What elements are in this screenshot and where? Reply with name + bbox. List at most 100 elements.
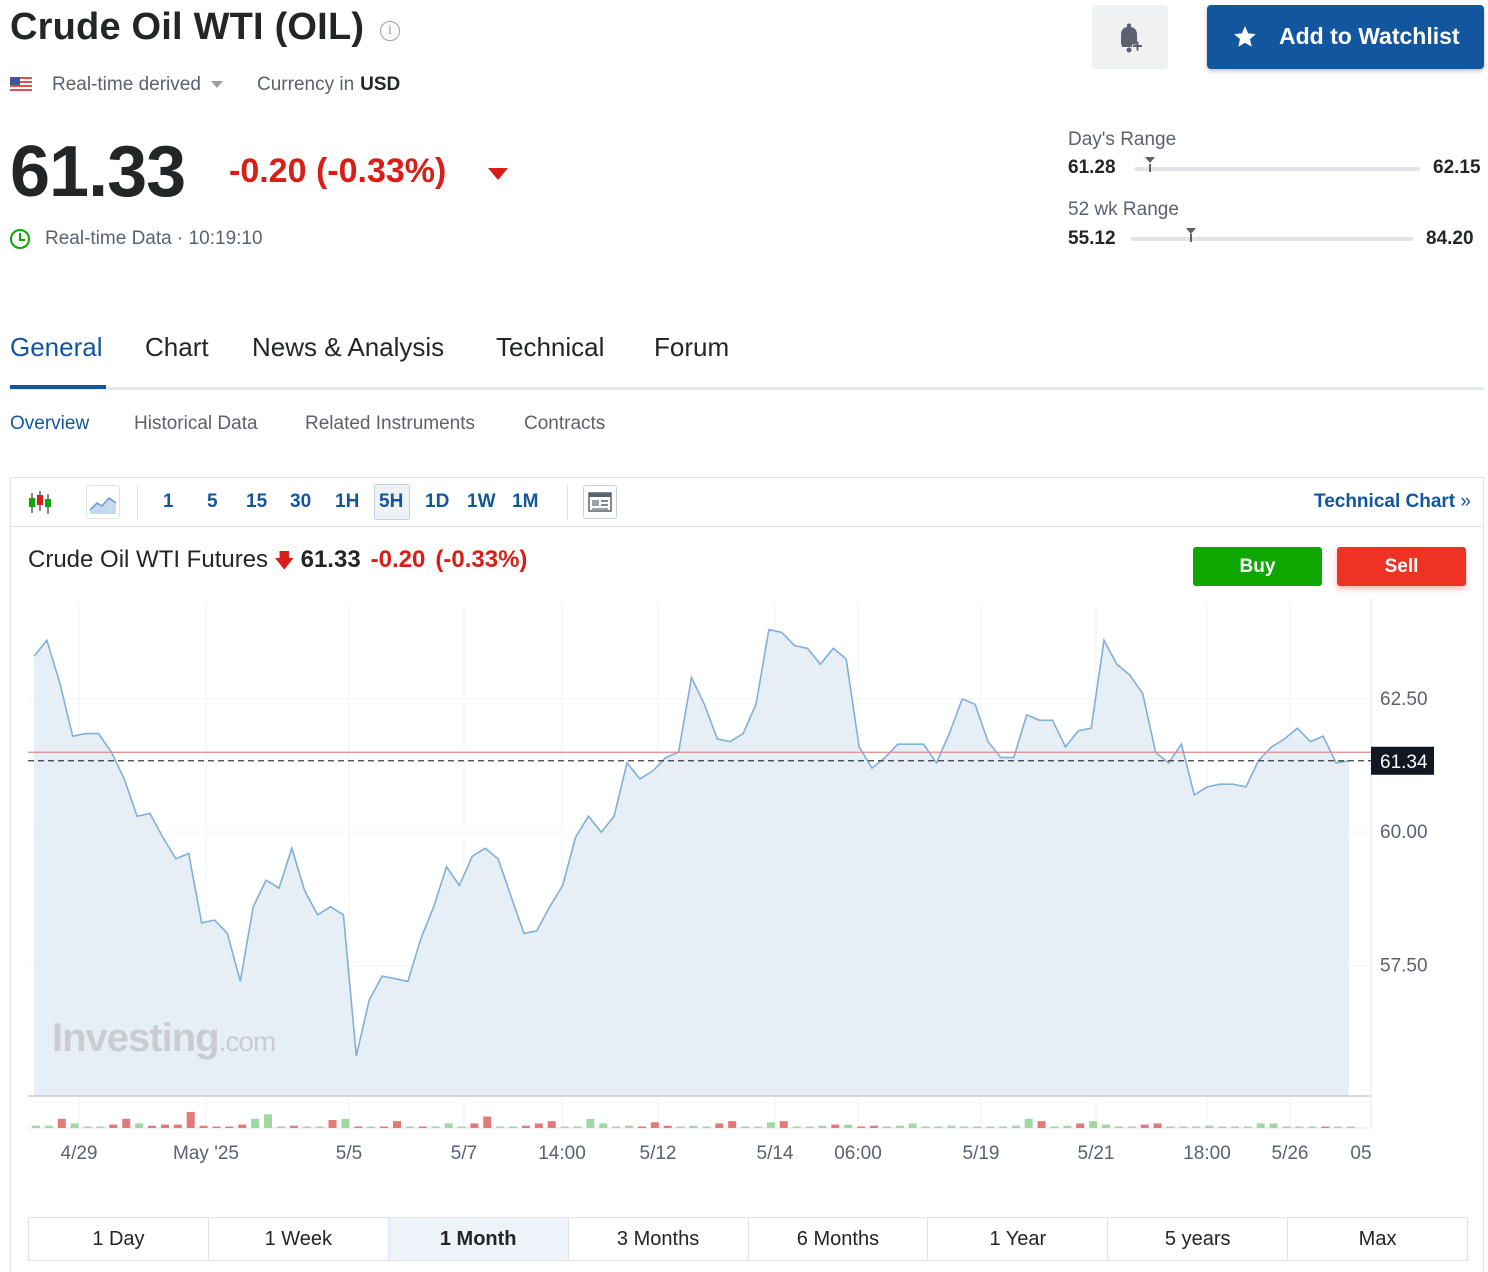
info-icon[interactable]: i xyxy=(380,21,400,41)
volume-bar xyxy=(238,1124,247,1128)
volume-bar xyxy=(1192,1126,1201,1128)
wk52-range-high: 84.20 xyxy=(1426,228,1474,249)
volume-bar xyxy=(1166,1126,1175,1128)
volume-bar xyxy=(1308,1126,1317,1128)
change-value: -0.20 xyxy=(229,152,307,190)
currency-info: Currency in USD xyxy=(257,74,400,96)
volume-bar xyxy=(1102,1124,1111,1128)
volume-bar xyxy=(599,1123,608,1128)
volume-bar xyxy=(663,1125,672,1128)
currency-code: USD xyxy=(360,74,401,95)
volume-bar xyxy=(483,1116,492,1128)
tab-technical[interactable]: Technical xyxy=(496,332,604,363)
add-to-watchlist-button[interactable]: Add to Watchlist xyxy=(1207,5,1484,69)
volume-bar xyxy=(650,1122,659,1128)
volume-bar xyxy=(289,1125,298,1128)
x-tick-label: 5/19 xyxy=(963,1143,1000,1164)
period-5-years[interactable]: 5 years xyxy=(1108,1218,1289,1260)
data-source-dropdown[interactable]: Real-time derived xyxy=(52,74,223,96)
x-tick-label: 05 xyxy=(1350,1143,1371,1164)
volume-bar xyxy=(1127,1126,1136,1128)
volume-bar xyxy=(960,1126,969,1128)
period-1-month[interactable]: 1 Month xyxy=(388,1218,569,1260)
volume-bar xyxy=(1011,1125,1020,1128)
volume-bar xyxy=(908,1123,917,1128)
volume-bar xyxy=(715,1123,724,1128)
volume-bar xyxy=(173,1124,182,1128)
volume-bar xyxy=(225,1126,234,1128)
day-range-low: 61.28 xyxy=(1068,157,1116,178)
create-alert-button[interactable] xyxy=(1092,5,1168,69)
volume-bar xyxy=(934,1126,943,1128)
volume-bar xyxy=(986,1126,995,1128)
volume-bar xyxy=(96,1126,105,1128)
tab-news-analysis[interactable]: News & Analysis xyxy=(252,332,444,363)
volume-bar xyxy=(882,1126,891,1128)
volume-bar xyxy=(70,1123,79,1128)
volume-bar xyxy=(392,1121,401,1128)
volume-bar xyxy=(728,1121,737,1128)
volume-bar xyxy=(973,1126,982,1128)
volume-bar xyxy=(199,1125,208,1128)
volume-bar xyxy=(431,1126,440,1128)
current-price-label: 61.34 xyxy=(1380,752,1428,773)
volume-bar xyxy=(1243,1126,1252,1128)
volume-bar xyxy=(779,1121,788,1128)
period-1-week[interactable]: 1 Week xyxy=(209,1218,389,1260)
period-1-year[interactable]: 1 Year xyxy=(928,1218,1109,1260)
volume-bar xyxy=(148,1125,157,1128)
volume-bar xyxy=(1024,1118,1033,1128)
volume-bar xyxy=(676,1126,685,1128)
volume-bar xyxy=(1282,1126,1291,1128)
realtime-status: Real-time Data · 10:19:10 xyxy=(45,228,263,249)
x-tick-label: 5/26 xyxy=(1272,1143,1309,1164)
volume-bar xyxy=(753,1126,762,1128)
x-tick-label: May '25 xyxy=(173,1143,239,1164)
volume-bar xyxy=(405,1126,414,1128)
volume-bar xyxy=(1179,1126,1188,1128)
period-max[interactable]: Max xyxy=(1288,1218,1467,1260)
subtab-overview[interactable]: Overview xyxy=(10,413,89,435)
period-6-months[interactable]: 6 Months xyxy=(749,1218,929,1260)
y-tick-label: 60.00 xyxy=(1380,822,1428,843)
volume-bar xyxy=(766,1122,775,1128)
volume-bar xyxy=(315,1126,324,1128)
clock-icon xyxy=(10,229,30,249)
subtab-related-instruments[interactable]: Related Instruments xyxy=(305,413,475,435)
tab-general[interactable]: General xyxy=(10,332,103,363)
volume-bar xyxy=(573,1126,582,1128)
volume-bar xyxy=(1140,1124,1149,1128)
volume-bar xyxy=(805,1126,814,1128)
tab-forum[interactable]: Forum xyxy=(654,332,729,363)
x-tick-label: 5/7 xyxy=(451,1143,477,1164)
volume-bar xyxy=(534,1123,543,1128)
volume-bar xyxy=(1218,1126,1227,1128)
tab-chart[interactable]: Chart xyxy=(145,332,209,363)
period-1-day[interactable]: 1 Day xyxy=(29,1218,209,1260)
active-tab-indicator xyxy=(10,385,106,389)
price-chart[interactable]: 62.50 60.00 57.50 61.34 4/29 May '25 5/5 5/7 14:… xyxy=(11,478,1483,1213)
volume-bar xyxy=(44,1125,53,1128)
subtab-historical-data[interactable]: Historical Data xyxy=(134,413,258,435)
volume-bar xyxy=(276,1126,285,1128)
period-3-months[interactable]: 3 Months xyxy=(569,1218,749,1260)
down-arrow-icon xyxy=(488,168,508,180)
volume-bar xyxy=(831,1124,840,1128)
y-tick-label: 57.50 xyxy=(1380,955,1428,976)
x-tick-label: 5/14 xyxy=(757,1143,794,1164)
range-current-tick xyxy=(1149,164,1152,172)
volume-bar xyxy=(457,1126,466,1128)
x-tick-label: 4/29 xyxy=(61,1143,98,1164)
change-percent: (-0.33%) xyxy=(315,152,447,190)
volume-bar xyxy=(1347,1126,1355,1128)
volume-bar xyxy=(702,1126,711,1128)
volume-bar xyxy=(844,1124,853,1128)
volume-bar xyxy=(1256,1123,1265,1128)
volume-bar xyxy=(212,1126,221,1128)
volume-bar xyxy=(1089,1121,1098,1128)
subtab-contracts[interactable]: Contracts xyxy=(524,413,605,435)
x-tick-label: 5/21 xyxy=(1078,1143,1115,1164)
volume-bar xyxy=(1114,1126,1123,1128)
star-icon xyxy=(1234,26,1256,47)
volume-bar xyxy=(586,1118,595,1128)
